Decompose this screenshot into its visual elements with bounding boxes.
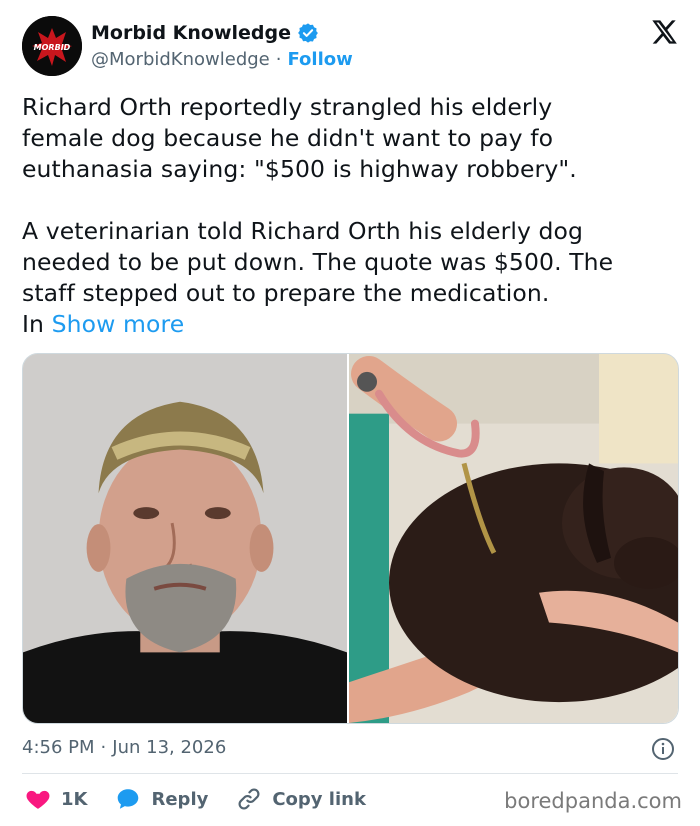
tweet-time: 4:56 PM	[22, 737, 95, 758]
author-name[interactable]: Morbid Knowledge	[91, 22, 291, 44]
like-count: 1K	[61, 788, 88, 810]
verified-badge-icon	[298, 23, 318, 43]
author-name-row: Morbid Knowledge	[91, 22, 319, 44]
follow-button[interactable]: Follow	[287, 49, 352, 70]
info-icon[interactable]	[651, 737, 675, 761]
timestamp-separator: ·	[100, 737, 107, 758]
author-handle[interactable]: @MorbidKnowledge	[91, 49, 270, 70]
copy-link-label: Copy link	[272, 788, 366, 810]
veterinary-dog-photo[interactable]	[349, 354, 678, 723]
truncated-text: In	[22, 310, 52, 338]
boredpanda-watermark: boredpanda.com	[504, 789, 682, 813]
tweet-line: female dog because he didn't want to pay…	[22, 124, 554, 152]
mugshot-photo[interactable]	[23, 354, 349, 723]
reply-label: Reply	[151, 788, 209, 810]
author-handle-row: @MorbidKnowledge · Follow	[91, 49, 353, 70]
divider	[22, 773, 678, 774]
tweet-line: staff stepped out to prepare the medicat…	[22, 279, 550, 307]
tweet-timestamp[interactable]: 4:56 PM · Jun 13, 2026	[22, 737, 226, 758]
show-more-link[interactable]: Show more	[52, 310, 185, 338]
tweet-line-truncated: In Show more	[22, 309, 682, 340]
action-bar: 1K Reply Copy link	[25, 786, 394, 812]
copy-link-button[interactable]: Copy link	[236, 786, 366, 812]
media-grid	[22, 353, 679, 724]
tweet-line: A veterinarian told Richard Orth his eld…	[22, 217, 584, 245]
tweet-line: needed to be put down. The quote was $50…	[22, 248, 614, 276]
heart-icon	[26, 790, 50, 809]
tweet-text: Richard Orth reportedly strangled his el…	[22, 92, 682, 340]
avatar-logo-text: MORBID	[34, 43, 71, 52]
handle-separator: ·	[275, 49, 282, 70]
tweet-line: euthanasia saying: "$500 is highway robb…	[22, 155, 577, 183]
avatar[interactable]: MORBID	[22, 16, 82, 76]
reply-button[interactable]: Reply	[115, 786, 208, 812]
tweet-date: Jun 13, 2026	[112, 737, 227, 758]
tweet-line: Richard Orth reportedly strangled his el…	[22, 93, 553, 121]
x-logo-icon[interactable]	[650, 18, 678, 46]
link-icon	[238, 788, 260, 810]
like-button[interactable]: 1K	[25, 786, 87, 812]
reply-bubble-icon	[118, 789, 139, 809]
